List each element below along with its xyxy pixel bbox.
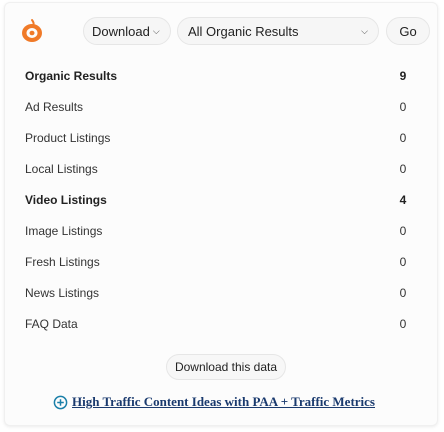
results-filter-select[interactable]: All Organic Results ⌵ — [177, 17, 379, 45]
plus-circle-icon — [53, 395, 68, 409]
go-button[interactable]: Go — [386, 17, 430, 45]
result-row-count: 0 — [399, 254, 407, 269]
download-label: Download — [92, 23, 150, 39]
result-row-label: FAQ Data — [25, 316, 78, 331]
paa-traffic-link[interactable]: High Traffic Content Ideas with PAA + Tr… — [53, 394, 375, 410]
results-filter-value: All Organic Results — [188, 23, 299, 39]
result-row-count: 0 — [399, 285, 407, 300]
result-row: Organic Results 9 — [25, 60, 421, 91]
chevron-down-icon: ⌵ — [361, 25, 368, 36]
result-row-label: Image Listings — [25, 223, 103, 238]
result-row-label: Fresh Listings — [25, 254, 100, 269]
result-row-label: Organic Results — [25, 68, 118, 83]
paa-link-label: High Traffic Content Ideas with PAA + Tr… — [72, 394, 375, 409]
download-button[interactable]: Download ⌵ — [83, 17, 171, 45]
onion-logo-icon[interactable] — [18, 17, 46, 45]
result-row-label: Product Listings — [25, 130, 111, 145]
result-row-label: News Listings — [25, 285, 100, 300]
result-row: Image Listings 0 — [25, 215, 421, 246]
result-row: News Listings 0 — [25, 277, 421, 308]
result-row-label: Video Listings — [25, 192, 107, 207]
result-row-count: 0 — [399, 223, 407, 238]
result-row-count: 0 — [399, 161, 407, 176]
extension-panel: Download ⌵ All Organic Results ⌵ Go Orga… — [4, 2, 438, 426]
result-row-count: 9 — [399, 68, 407, 83]
chevron-down-icon: ⌵ — [152, 25, 160, 36]
result-row: FAQ Data 0 — [25, 308, 421, 339]
result-row-count: 0 — [399, 130, 407, 145]
result-row: Video Listings 4 — [25, 184, 421, 215]
download-data-button[interactable]: Download this data — [166, 354, 286, 380]
result-row-count: 4 — [399, 192, 407, 207]
result-row-label: Local Listings — [25, 161, 98, 176]
result-row: Product Listings 0 — [25, 122, 421, 153]
result-row-count: 0 — [399, 99, 407, 114]
results-list: Organic Results 9 Ad Results 0 Product Listi… — [25, 60, 421, 339]
result-row: Local Listings 0 — [25, 153, 421, 184]
result-row: Fresh Listings 0 — [25, 246, 421, 277]
result-row: Ad Results 0 — [25, 91, 421, 122]
result-row-label: Ad Results — [25, 99, 84, 114]
result-row-count: 0 — [399, 316, 407, 331]
